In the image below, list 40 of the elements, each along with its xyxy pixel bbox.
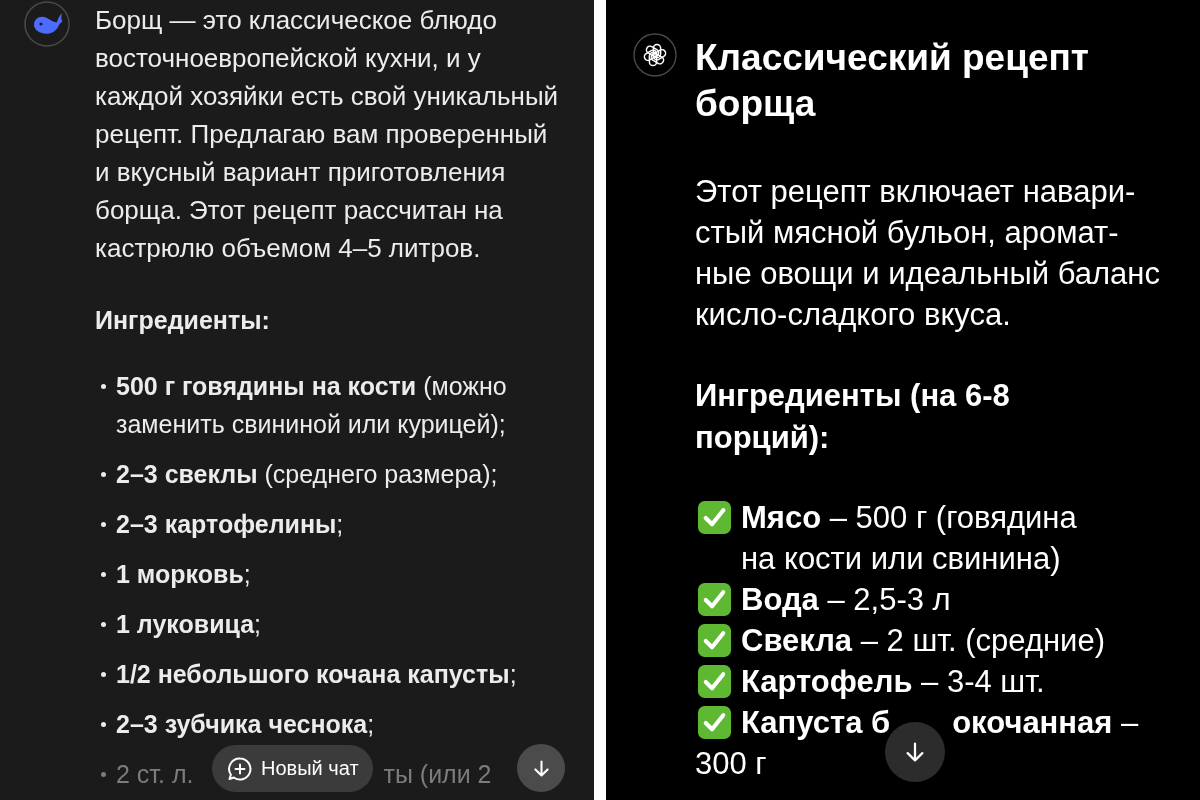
ingredient-text: Вода – 2,5-3 л xyxy=(741,581,951,619)
check-mark-icon xyxy=(697,664,732,699)
ingredient-text: 1/2 небольшого кочана капусты; xyxy=(116,659,517,690)
ingredient-text: 2–3 картофелины; xyxy=(116,509,344,540)
ingredient-text: 500 г говядины на кости (можно заменить свининой или курицей); xyxy=(116,371,508,440)
bullet-icon xyxy=(101,622,106,627)
chat-plus-icon xyxy=(227,755,253,782)
ingredient-text: ты (или 2 xyxy=(383,759,492,790)
ingredient-text: 2–3 свеклы (среднего размера); xyxy=(116,459,498,490)
knot-icon xyxy=(633,33,677,77)
bullet-icon xyxy=(101,572,106,577)
ingredient-text: 1 морковь; xyxy=(116,559,251,590)
bullet-icon xyxy=(101,772,106,777)
bullet-icon xyxy=(101,384,106,389)
section-heading: Ингредиенты: xyxy=(95,305,271,336)
ingredient-text: окочанная – xyxy=(952,704,1139,742)
arrow-down-icon xyxy=(533,759,549,777)
recipe-title: Классический рецепт борща xyxy=(695,36,1090,126)
new-chat-button[interactable]: Новый чат xyxy=(212,745,373,792)
check-mark-icon xyxy=(697,623,732,658)
check-mark-icon xyxy=(697,705,732,740)
ingredient-text: 2–3 зубчика чеснока; xyxy=(116,709,375,740)
ingredient-text: Мясо – 500 г (говядина на кости или свинина) xyxy=(741,499,1078,578)
section-heading: Ингредиенты (на 6-8 порций): xyxy=(695,377,1011,457)
ingredient-text: Картофель – 3-4 шт. xyxy=(741,663,1045,701)
bullet-icon xyxy=(101,722,106,727)
bullet-icon xyxy=(101,672,106,677)
check-mark-icon xyxy=(697,500,732,535)
ingredient-text: Свекла – 2 шт. (средние) xyxy=(741,622,1105,660)
bullet-icon xyxy=(101,472,106,477)
check-mark-icon xyxy=(697,582,732,617)
ingredient-text: 300 г xyxy=(695,745,767,783)
message-paragraph: Этот рецепт включает навари-стый мясной бульон, аромат-ные овощи и идеальный баланс кисло-сладкого вкуса. xyxy=(695,173,1161,334)
ingredient-text: Капуста б xyxy=(741,704,891,742)
scroll-down-button[interactable] xyxy=(517,744,565,792)
ingredient-text: 1 луковица; xyxy=(116,609,262,640)
arrow-down-icon xyxy=(906,742,924,762)
bullet-icon xyxy=(101,522,106,527)
message-paragraph: Борщ — это классическое блюдо восточноевропейской кухни, и у каждой хозяйки есть свой уникальный рецепт. Предлагаю вам проверенный и вкусный вариант приготовления борща. Этот рецепт рассчитан на кастрюлю объемом 4–5 литров. xyxy=(95,4,560,265)
ingredient-text: 2 ст. л. xyxy=(116,759,194,790)
